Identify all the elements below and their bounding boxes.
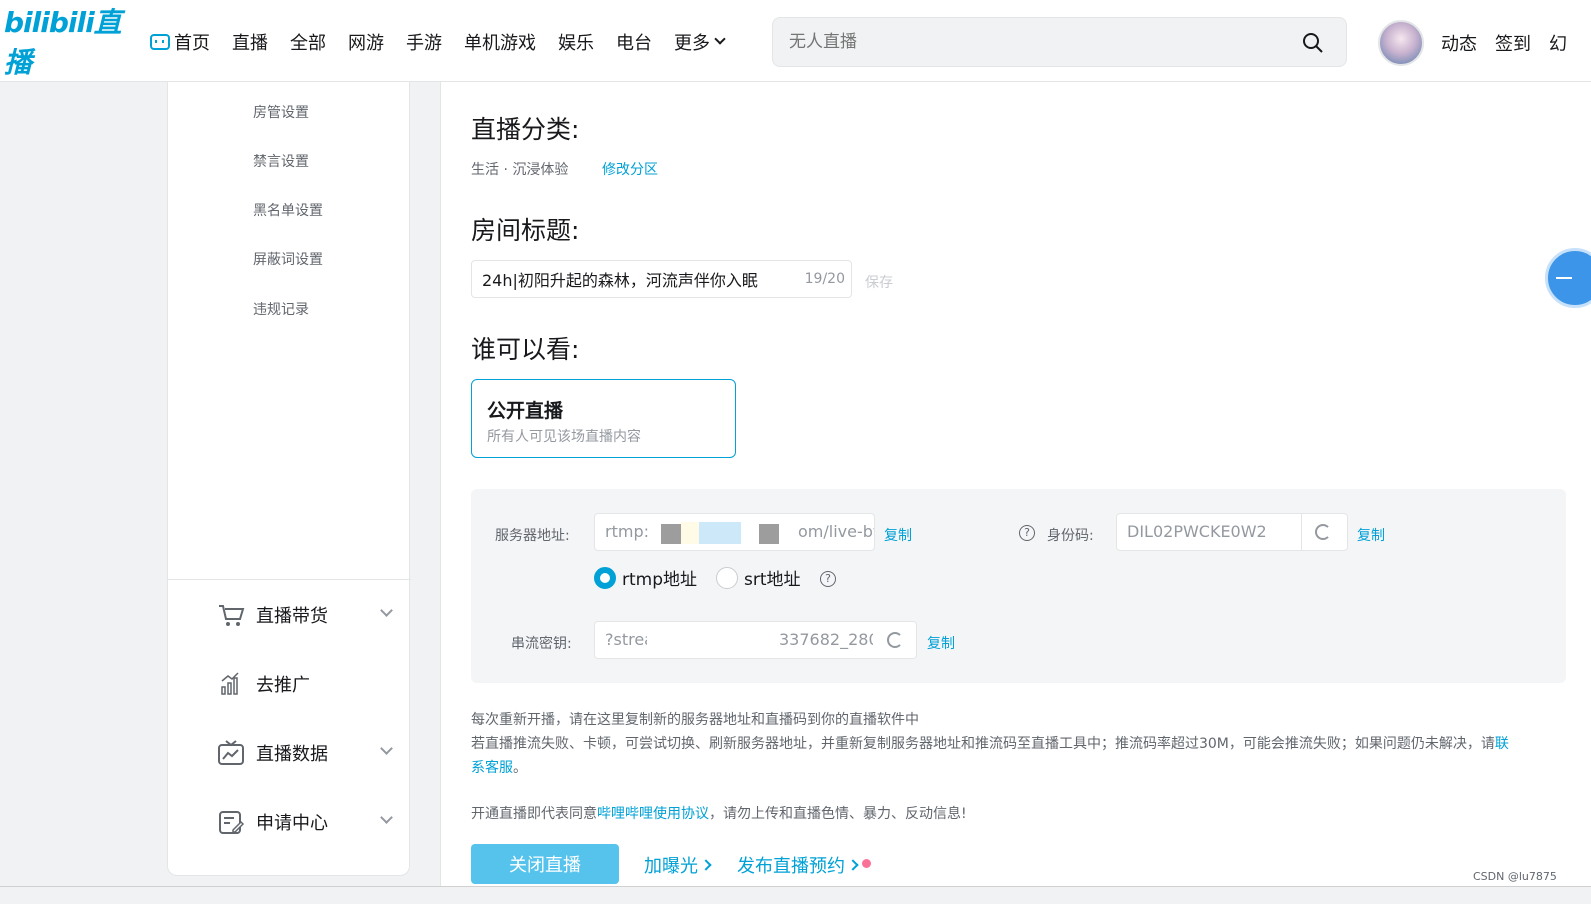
user-agreement-link[interactable]: 哔哩哔哩使用协议 (597, 806, 709, 822)
sidebar-menu-live-data[interactable]: 直播数据 (216, 738, 393, 768)
truncated-link[interactable]: 幻 (1549, 30, 1567, 56)
sidebar-item-mute[interactable]: 禁言设置 (253, 151, 309, 171)
live-settings-panel: 直播分类: 生活 · 沉浸体验 修改分区 房间标题: 19/20 保存 谁可以看… (440, 82, 1591, 904)
modify-category-link[interactable]: 修改分区 (602, 159, 658, 179)
top-header: bilibili直播 首页 直播 全部 网游 手游 单机游戏 娱乐 电台 更多 … (0, 0, 1591, 82)
watermark: CSDN @lu7875 (1473, 870, 1557, 883)
tv-icon (150, 34, 170, 50)
nav-online-games[interactable]: 网游 (348, 29, 384, 55)
chevron-down-icon (714, 33, 726, 45)
nav-more[interactable]: 更多 (674, 29, 726, 55)
srt-radio[interactable]: srt地址 (716, 565, 801, 590)
sidebar-menu-live-commerce[interactable]: 直播带货 (216, 600, 393, 630)
boost-exposure-link[interactable]: 加曝光 (644, 852, 712, 878)
bilibili-live-logo[interactable]: bilibili直播 (4, 6, 128, 79)
room-title-heading: 房间标题: (471, 216, 580, 245)
sidebar-item-blacklist[interactable]: 黑名单设置 (253, 200, 323, 220)
cart-icon (219, 605, 245, 626)
sidebar-item-blocked-words[interactable]: 屏蔽词设置 (253, 249, 323, 269)
chevron-down-icon (380, 604, 393, 617)
save-title-button[interactable]: 保存 (865, 272, 893, 292)
nav-home[interactable]: 首页 (150, 29, 210, 55)
agreement-notice: 开通直播即代表同意哔哩哔哩使用协议，请勿上传和直播色情、暴力、反动信息! (471, 806, 967, 822)
search-icon[interactable] (1302, 32, 1324, 54)
search-input[interactable] (789, 28, 1289, 56)
id-code-label: 身份码: (1047, 528, 1094, 544)
tv-chart-icon (218, 740, 244, 765)
sidebar-item-violations[interactable]: 违规记录 (253, 299, 309, 319)
category-value: 生活 · 沉浸体验 (471, 162, 569, 178)
notification-dot (862, 859, 871, 868)
room-title-field: 19/20 (471, 260, 852, 298)
redaction-block (759, 524, 779, 544)
schedule-live-link[interactable]: 发布直播预约 (737, 852, 859, 878)
char-count: 19/20 (804, 271, 845, 287)
redaction-block (681, 522, 699, 544)
checkin-link[interactable]: 签到 (1495, 30, 1531, 56)
public-live-title: 公开直播 (487, 400, 564, 422)
chevron-down-icon (380, 742, 393, 755)
server-address-field[interactable]: rtmp: om/live-bv (594, 513, 875, 551)
growth-chart-icon (221, 672, 239, 695)
refresh-icon[interactable] (887, 632, 903, 648)
sidebar: 房管设置 禁言设置 黑名单设置 屏蔽词设置 违规记录 直播带货 去推广 直播数据… (167, 82, 411, 876)
server-address-label: 服务器地址: (495, 528, 570, 544)
nav-entertainment[interactable]: 娱乐 (558, 29, 594, 55)
redaction-block (647, 622, 777, 658)
search-bar (772, 17, 1347, 67)
copy-server-button[interactable]: 复制 (884, 525, 912, 545)
server-address-end: om/live-bv (798, 522, 875, 541)
header-links: 动态 签到 幻 (1441, 30, 1585, 56)
id-code-field[interactable]: DIL02PWCKE0W2 (1116, 513, 1348, 551)
id-code-value: DIL02PWCKE0W2 (1127, 522, 1267, 541)
chevron-right-icon (847, 859, 859, 871)
sidebar-menu-application-center[interactable]: 申请中心 (216, 807, 393, 837)
tip-line-3: 系客服。 (471, 760, 527, 776)
public-live-option[interactable]: 公开直播 所有人可见该场直播内容 (471, 379, 736, 458)
sidebar-menu-promote[interactable]: 去推广 (216, 669, 391, 699)
radio-selected-icon (594, 566, 616, 589)
tip-line-1: 每次重新开播，请在这里复制新的服务器地址和直播码到你的直播软件中 (471, 712, 919, 728)
room-title-input[interactable] (482, 268, 802, 290)
main-nav: 首页 直播 全部 网游 手游 单机游戏 娱乐 电台 更多 (150, 26, 746, 58)
contact-support-link[interactable]: 系客服 (471, 760, 513, 776)
form-edit-icon (219, 811, 245, 834)
chevron-down-icon (380, 811, 393, 824)
nav-live[interactable]: 直播 (232, 29, 268, 55)
nav-all[interactable]: 全部 (290, 29, 326, 55)
stream-key-label: 串流密钥: (511, 636, 572, 652)
copy-stream-key-button[interactable]: 复制 (927, 633, 955, 653)
close-live-button[interactable]: 关闭直播 (471, 844, 619, 884)
refresh-icon[interactable] (1315, 524, 1331, 540)
stream-key-field[interactable]: ?strea 337682_2809 (594, 621, 917, 659)
dynamics-link[interactable]: 动态 (1441, 30, 1477, 56)
visibility-heading: 谁可以看: (471, 335, 580, 364)
avatar[interactable] (1378, 20, 1424, 66)
chevron-right-icon (700, 859, 712, 871)
sidebar-divider (168, 579, 411, 580)
logo-text: bilibili直播 (4, 6, 122, 79)
public-live-desc: 所有人可见该场直播内容 (487, 429, 641, 445)
stream-config-panel: 服务器地址: rtmp: om/live-bv 复制 ? 身份码: DIL02P… (471, 489, 1566, 683)
server-address-start: rtmp: (605, 522, 649, 541)
field-divider (1301, 514, 1302, 550)
redaction-block (661, 524, 681, 544)
help-icon[interactable]: ? (820, 571, 836, 587)
category-heading: 直播分类: (471, 115, 580, 144)
redaction-block (699, 522, 741, 544)
copy-id-button[interactable]: 复制 (1357, 525, 1385, 545)
radio-unselected-icon (716, 566, 738, 589)
contact-support-link[interactable]: 联 (1495, 736, 1509, 752)
rtmp-radio[interactable]: rtmp地址 (594, 565, 697, 590)
help-icon[interactable]: ? (1019, 525, 1035, 541)
nav-radio[interactable]: 电台 (616, 29, 652, 55)
sidebar-item-room-admin[interactable]: 房管设置 (253, 102, 309, 122)
nav-mobile-games[interactable]: 手游 (406, 29, 442, 55)
nav-single-player[interactable]: 单机游戏 (464, 29, 536, 55)
window-bottom-edge (0, 886, 1591, 904)
tip-line-2: 若直播推流失败、卡顿，可尝试切换、刷新服务器地址，并重新复制服务器地址和推流码至… (471, 736, 1509, 752)
